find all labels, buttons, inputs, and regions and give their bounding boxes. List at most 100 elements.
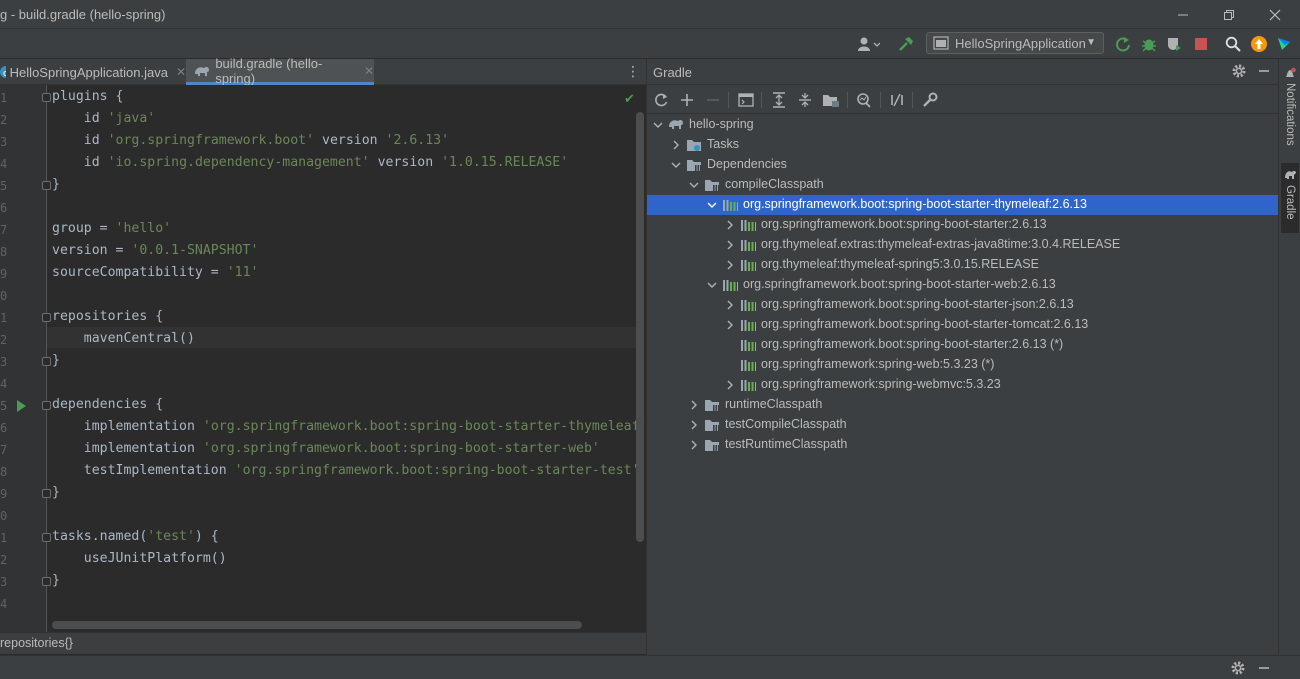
build-tool-settings-button[interactable]: [920, 90, 940, 110]
fold-marker-icon[interactable]: [42, 577, 51, 586]
tree-row[interactable]: org.springframework.boot:spring-boot-sta…: [647, 295, 1279, 315]
horizontal-scrollbar[interactable]: [52, 621, 582, 629]
tree-row[interactable]: Dependencies: [647, 155, 1279, 175]
run-gutter-icon[interactable]: [17, 400, 26, 412]
code-line[interactable]: implementation 'org.springframework.boot…: [52, 441, 600, 456]
chevron-down-icon[interactable]: [671, 160, 681, 170]
code-line[interactable]: implementation 'org.springframework.boot…: [52, 419, 646, 434]
code-line[interactable]: group = 'hello': [52, 221, 171, 236]
update-button[interactable]: [1249, 34, 1269, 54]
code-line[interactable]: dependencies {: [52, 397, 163, 412]
tree-row[interactable]: compileClasspath: [647, 175, 1279, 195]
code-line[interactable]: mavenCentral(): [52, 331, 195, 346]
code-line[interactable]: repositories {: [52, 309, 163, 324]
code-line[interactable]: testImplementation 'org.springframework.…: [52, 463, 640, 478]
tree-row[interactable]: hello-spring: [647, 115, 1279, 135]
fold-marker-icon[interactable]: [42, 533, 51, 542]
remove-project-button[interactable]: [703, 90, 723, 110]
tab-actions-icon[interactable]: ⋮: [626, 63, 640, 81]
code-line[interactable]: id 'java': [52, 111, 155, 126]
tree-row[interactable]: org.springframework:spring-web:5.3.23 (*…: [647, 355, 1279, 375]
tree-row[interactable]: testRuntimeClasspath: [647, 435, 1279, 455]
hide-panel-button[interactable]: [1257, 63, 1275, 81]
breadcrumb[interactable]: repositories{}: [0, 632, 646, 654]
toggle-offline-button[interactable]: [887, 90, 907, 110]
tab-build-gradle[interactable]: build.gradle (hello-spring) ✕: [186, 56, 374, 86]
fold-marker-icon[interactable]: [42, 401, 51, 410]
code-line[interactable]: plugins {: [52, 89, 123, 104]
restore-button[interactable]: [1206, 0, 1252, 29]
tab-hello-spring-application[interactable]: c HelloSpringApplication.java ✕: [0, 59, 186, 85]
build-button[interactable]: [896, 34, 916, 54]
code-line[interactable]: }: [52, 353, 60, 368]
expand-all-button[interactable]: [769, 90, 789, 110]
reload-button[interactable]: [651, 90, 671, 110]
chevron-right-icon[interactable]: [671, 140, 681, 150]
tree-row[interactable]: org.springframework.boot:spring-boot-sta…: [647, 215, 1279, 235]
analyze-dependencies-button[interactable]: [854, 90, 874, 110]
close-tab-icon[interactable]: ✕: [176, 65, 186, 79]
chevron-right-icon[interactable]: [725, 260, 735, 270]
code-line[interactable]: id 'org.springframework.boot' version '2…: [52, 133, 449, 148]
minimize-button[interactable]: [1160, 0, 1206, 29]
chevron-down-icon[interactable]: [653, 120, 663, 130]
tree-row[interactable]: org.thymeleaf:thymeleaf-spring5:3.0.15.R…: [647, 255, 1279, 275]
debug-button[interactable]: [1139, 34, 1159, 54]
code-line[interactable]: }: [52, 485, 60, 500]
breadcrumb-item[interactable]: repositories{}: [0, 636, 73, 650]
code-line[interactable]: version = '0.0.1-SNAPSHOT': [52, 243, 258, 258]
tree-row[interactable]: org.springframework.boot:spring-boot-sta…: [647, 195, 1279, 215]
close-window-button[interactable]: [1252, 0, 1298, 29]
notification-bell-icon[interactable]: [1284, 67, 1296, 81]
chevron-right-icon[interactable]: [725, 300, 735, 310]
tree-row[interactable]: testCompileClasspath: [647, 415, 1279, 435]
chevron-down-icon[interactable]: [707, 200, 717, 210]
tree-row[interactable]: org.springframework.boot:spring-boot-sta…: [647, 275, 1279, 295]
plugin-button[interactable]: [1275, 34, 1293, 54]
gradle-tree[interactable]: hello-spring Tasks Dependencies compileClas…: [647, 115, 1279, 655]
chevron-right-icon[interactable]: [689, 440, 699, 450]
gradle-side-tab[interactable]: Gradle: [1281, 163, 1299, 233]
tree-row[interactable]: org.springframework.boot:spring-boot-sta…: [647, 315, 1279, 335]
tree-row[interactable]: Tasks: [647, 135, 1279, 155]
chevron-right-icon[interactable]: [725, 380, 735, 390]
group-modules-button[interactable]: [821, 90, 841, 110]
search-button[interactable]: [1223, 34, 1243, 54]
add-project-button[interactable]: [677, 90, 697, 110]
tree-row[interactable]: org.springframework:spring-webmvc:5.3.23: [647, 375, 1279, 395]
fold-marker-icon[interactable]: [42, 357, 51, 366]
collapse-all-button[interactable]: [795, 90, 815, 110]
vertical-scrollbar[interactable]: [636, 112, 644, 542]
chevron-right-icon[interactable]: [725, 320, 735, 330]
code-line[interactable]: id 'io.spring.dependency-management' ver…: [52, 155, 568, 170]
chevron-right-icon[interactable]: [689, 420, 699, 430]
bottom-hide-button[interactable]: [1257, 660, 1275, 678]
bottom-settings-button[interactable]: [1230, 660, 1248, 678]
rerun-button[interactable]: [1113, 34, 1133, 54]
tree-row[interactable]: org.springframework.boot:spring-boot-sta…: [647, 335, 1279, 355]
run-configuration-dropdown[interactable]: HelloSpringApplication ▼: [926, 32, 1104, 54]
notifications-tab[interactable]: Notifications: [1281, 83, 1299, 153]
code-line[interactable]: tasks.named('test') {: [52, 529, 219, 544]
tree-row[interactable]: org.thymeleaf.extras:thymeleaf-extras-ja…: [647, 235, 1279, 255]
chevron-down-icon[interactable]: [707, 280, 717, 290]
user-button[interactable]: [854, 34, 882, 54]
code-editor[interactable]: 1 plugins {2 id 'java' 3 id 'org.springfra…: [0, 85, 646, 632]
execute-task-button[interactable]: [736, 90, 756, 110]
close-tab-icon[interactable]: ✕: [364, 64, 374, 78]
code-line[interactable]: }: [52, 573, 60, 588]
code-line[interactable]: }: [52, 177, 60, 192]
code-line[interactable]: sourceCompatibility = '11': [52, 265, 258, 280]
stop-button[interactable]: [1191, 34, 1211, 54]
fold-marker-icon[interactable]: [42, 313, 51, 322]
code-line[interactable]: useJUnitPlatform(): [52, 551, 227, 566]
tree-row[interactable]: runtimeClasspath: [647, 395, 1279, 415]
chevron-down-icon[interactable]: [689, 180, 699, 190]
fold-marker-icon[interactable]: [42, 181, 51, 190]
chevron-right-icon[interactable]: [689, 400, 699, 410]
fold-marker-icon[interactable]: [42, 93, 51, 102]
coverage-button[interactable]: [1164, 34, 1184, 54]
chevron-right-icon[interactable]: [725, 240, 735, 250]
settings-button[interactable]: [1231, 63, 1249, 81]
fold-marker-icon[interactable]: [42, 489, 51, 498]
